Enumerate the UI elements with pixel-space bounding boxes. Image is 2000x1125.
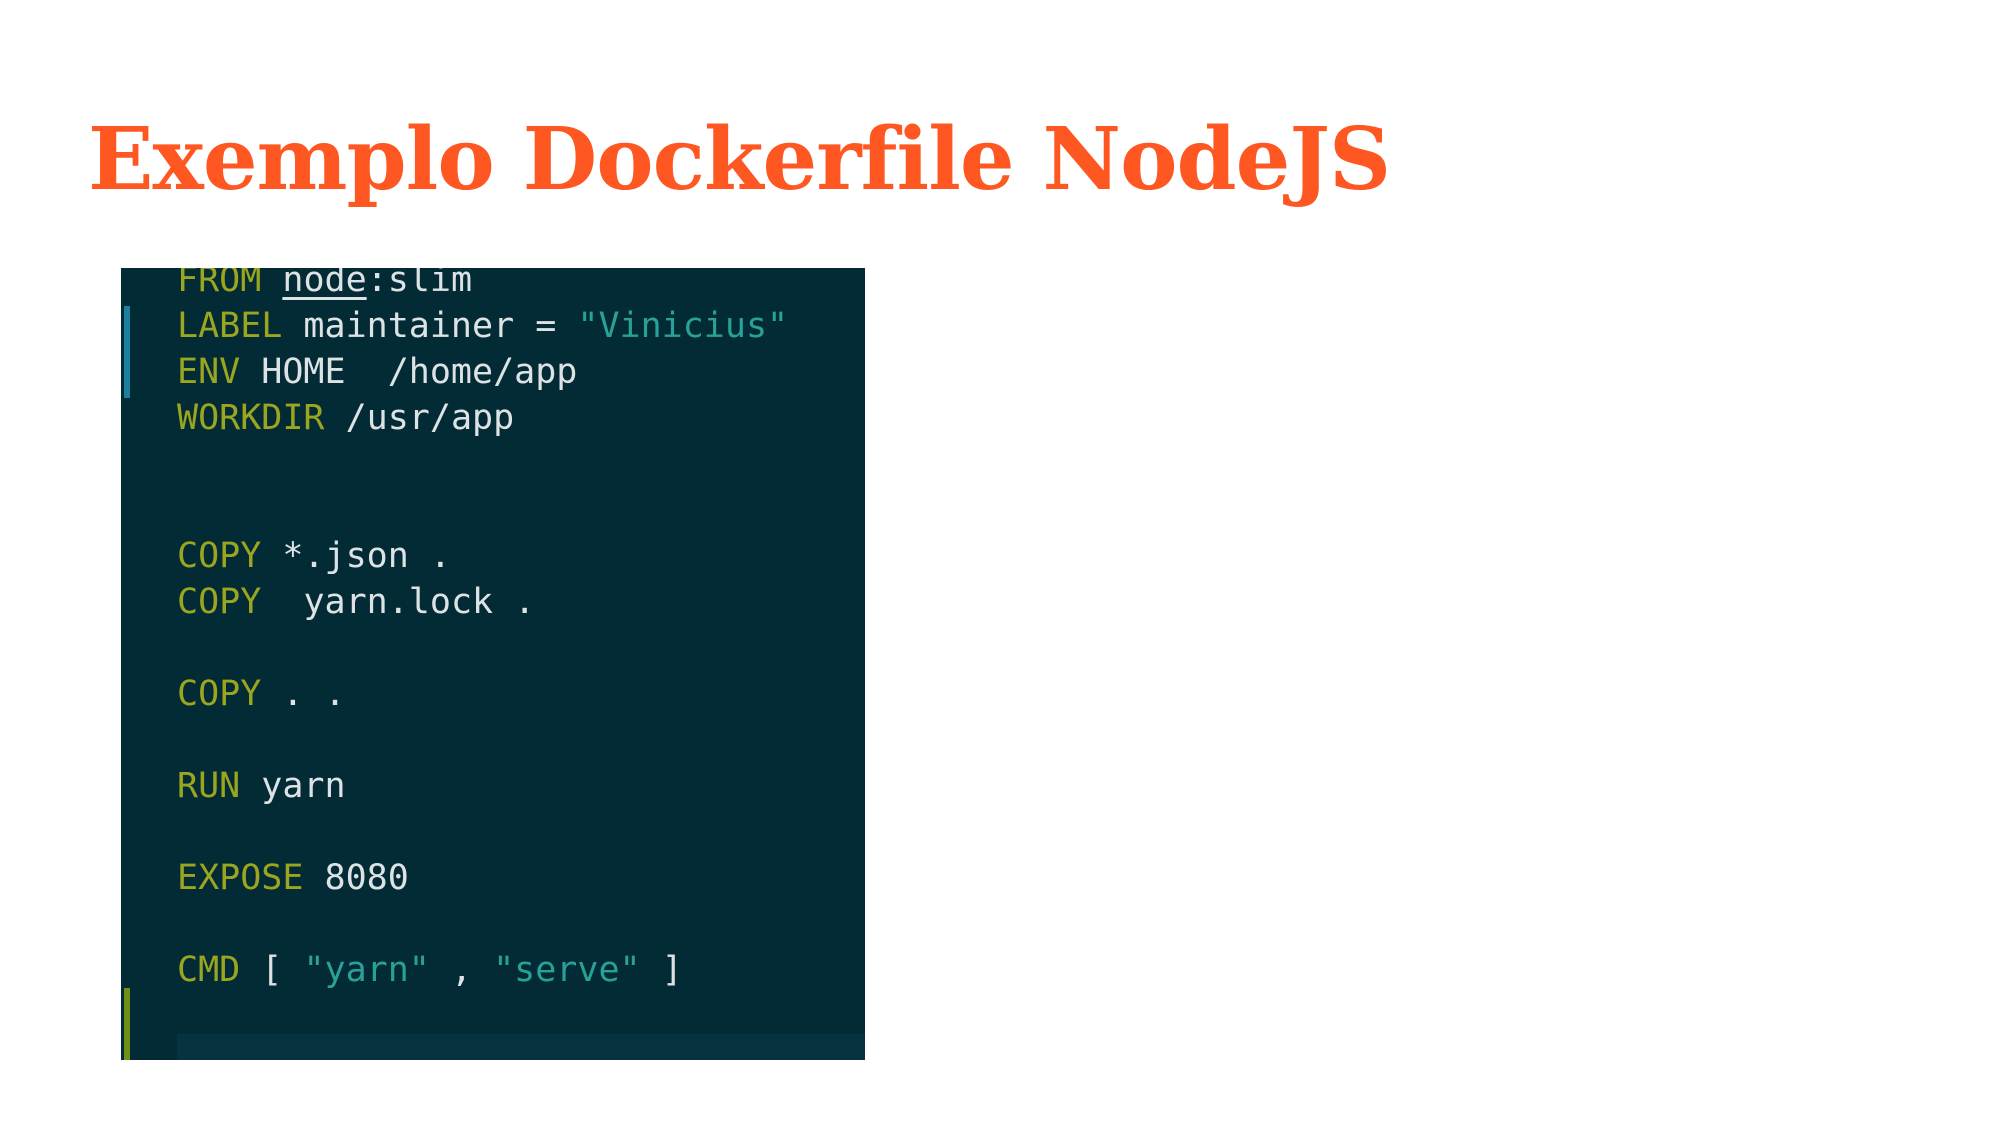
- code-line-env: ENV HOME /home/app: [177, 350, 577, 394]
- code-line-label: LABEL maintainer = "Vinicius": [177, 304, 788, 348]
- code-line-copy-yarnlock: COPY yarn.lock .: [177, 580, 535, 624]
- keyword-label: LABEL: [177, 306, 283, 346]
- keyword-env: ENV: [177, 352, 241, 392]
- env-body: HOME /home/app: [240, 352, 578, 392]
- gutter-added-marker: [124, 988, 130, 1060]
- slide: Exemplo Dockerfile NodeJS FROM node:slim…: [0, 0, 2000, 1125]
- copy-yarnlock-body: yarn.lock .: [261, 582, 536, 622]
- code-line-copy-all: COPY . .: [177, 672, 346, 716]
- image-name: node: [282, 268, 367, 300]
- label-value: "Vinicius": [577, 306, 789, 346]
- keyword-cmd: CMD: [177, 950, 241, 990]
- workdir-body: /usr/app: [324, 398, 515, 438]
- code-line-expose: EXPOSE 8080: [177, 856, 409, 900]
- expose-body: 8080: [303, 858, 409, 898]
- keyword-copy: COPY: [177, 674, 262, 714]
- cmd-arg-yarn: "yarn": [303, 950, 430, 990]
- keyword-expose: EXPOSE: [177, 858, 304, 898]
- copy-json-body: *.json .: [261, 536, 451, 576]
- code-line-from: FROM node:slim: [177, 268, 472, 302]
- code-line-cmd: CMD [ "yarn" , "serve" ]: [177, 948, 683, 992]
- keyword-from: FROM: [177, 268, 262, 300]
- image-tag: :slim: [366, 268, 473, 300]
- cmd-separator: ,: [429, 950, 494, 990]
- keyword-run: RUN: [177, 766, 241, 806]
- code-line-run: RUN yarn: [177, 764, 346, 808]
- code-line-workdir: WORKDIR /usr/app: [177, 396, 514, 440]
- run-body: yarn: [240, 766, 346, 806]
- copy-all-body: . .: [261, 674, 346, 714]
- keyword-copy: COPY: [177, 536, 262, 576]
- current-line-highlight: [177, 1034, 865, 1060]
- cmd-arg-serve: "serve": [493, 950, 641, 990]
- cmd-open-bracket: [: [240, 950, 304, 990]
- keyword-copy: COPY: [177, 582, 262, 622]
- keyword-workdir: WORKDIR: [177, 398, 325, 438]
- slide-title: Exemplo Dockerfile NodeJS: [88, 109, 1391, 210]
- cmd-close-bracket: ]: [640, 950, 683, 990]
- code-editor-panel: FROM node:slim LABEL maintainer = "Vinic…: [121, 268, 865, 1060]
- gutter-change-marker: [124, 306, 130, 398]
- label-body: maintainer =: [282, 306, 578, 346]
- code-line-copy-json: COPY *.json .: [177, 534, 451, 578]
